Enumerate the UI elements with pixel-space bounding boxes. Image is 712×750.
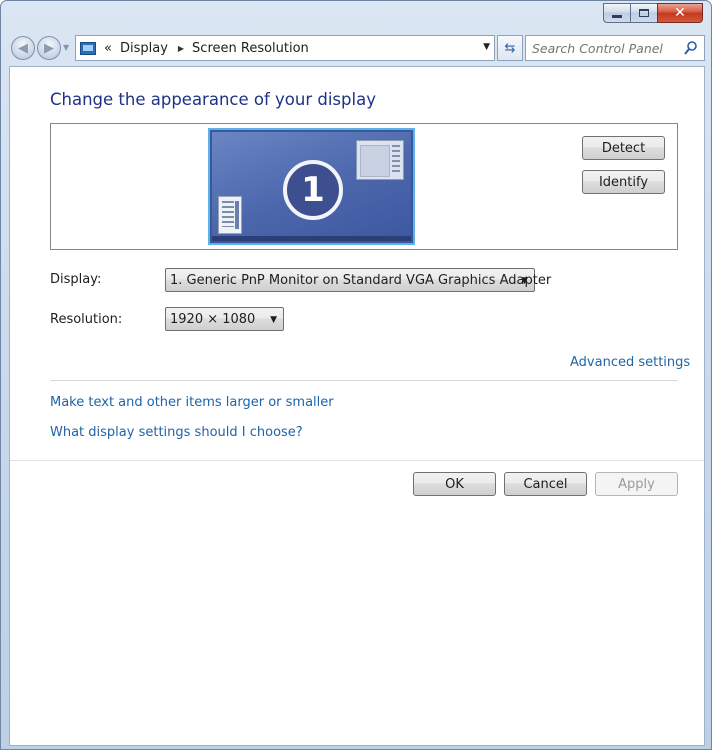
chevron-down-icon: ▼ — [270, 315, 277, 325]
close-button[interactable]: ✕ — [657, 3, 703, 23]
text-size-link[interactable]: Make text and other items larger or smal… — [50, 395, 334, 410]
address-dropdown-icon[interactable]: ▼ — [483, 42, 490, 52]
maximize-icon — [639, 9, 649, 17]
minimize-icon — [612, 14, 622, 18]
resolution-select[interactable]: 1920 × 1080 ▼ — [165, 307, 284, 331]
resolution-select-value: 1920 × 1080 — [170, 311, 256, 327]
refresh-icon: ⇆ — [504, 40, 516, 56]
address-bar[interactable]: « Display ▶ Screen Resolution ▼ — [75, 35, 495, 61]
monitor-taskbar — [212, 236, 411, 241]
monitor-desktop: 1 — [212, 132, 411, 241]
breadcrumb-screen-resolution[interactable]: Screen Resolution — [192, 41, 309, 56]
display-label: Display: — [50, 272, 102, 287]
forward-button[interactable]: ▶ — [37, 36, 61, 60]
breadcrumb-chevron-icon[interactable]: ▶ — [178, 44, 184, 53]
advanced-settings-link[interactable]: Advanced settings — [570, 355, 690, 370]
apply-button[interactable]: Apply — [595, 472, 678, 496]
navigation-bar: ◀ ▶ ▼ « Display ▶ Screen Resolution ▼ ⇆ — [9, 35, 705, 61]
caption-buttons: ✕ — [603, 3, 703, 23]
divider — [50, 380, 678, 381]
back-button[interactable]: ◀ — [11, 36, 35, 60]
display-select-value: 1. Generic PnP Monitor on Standard VGA G… — [170, 272, 552, 288]
back-arrow-icon: ◀ — [18, 40, 28, 56]
ok-button[interactable]: OK — [413, 472, 496, 496]
detect-button[interactable]: Detect — [582, 136, 665, 160]
forward-arrow-icon: ▶ — [44, 40, 54, 56]
recent-pages-dropdown-icon[interactable]: ▼ — [63, 43, 69, 52]
chevron-down-icon: ▼ — [521, 276, 528, 286]
maximize-button[interactable] — [630, 3, 657, 23]
refresh-button[interactable]: ⇆ — [497, 35, 523, 61]
minimize-button[interactable] — [603, 3, 630, 23]
mini-window-icon — [218, 196, 242, 234]
display-select[interactable]: 1. Generic PnP Monitor on Standard VGA G… — [165, 268, 551, 292]
control-panel-icon — [80, 41, 96, 55]
monitor-number-badge: 1 — [283, 160, 343, 220]
search-icon[interactable] — [684, 40, 698, 56]
search-box[interactable] — [525, 35, 705, 61]
display-help-link[interactable]: What display settings should I choose? — [50, 425, 303, 440]
identify-button[interactable]: Identify — [582, 170, 665, 194]
breadcrumb-display[interactable]: Display — [120, 41, 168, 56]
search-input[interactable] — [532, 40, 682, 56]
close-icon: ✕ — [674, 5, 686, 21]
page-title: Change the appearance of your display — [50, 90, 376, 109]
breadcrumb-overflow[interactable]: « — [104, 41, 112, 56]
screen-resolution-window: ✕ ◀ ▶ ▼ « Display ▶ Screen Resolution ▼ … — [0, 0, 712, 750]
footer-divider — [10, 460, 704, 461]
mini-window-icon — [356, 140, 404, 180]
resolution-label: Resolution: — [50, 312, 123, 327]
monitor-1-preview[interactable]: 1 — [208, 128, 415, 245]
cancel-button[interactable]: Cancel — [504, 472, 587, 496]
monitor-arrangement-area: 1 Detect Identify — [50, 123, 678, 250]
content-pane: Change the appearance of your display 1 … — [9, 66, 705, 746]
